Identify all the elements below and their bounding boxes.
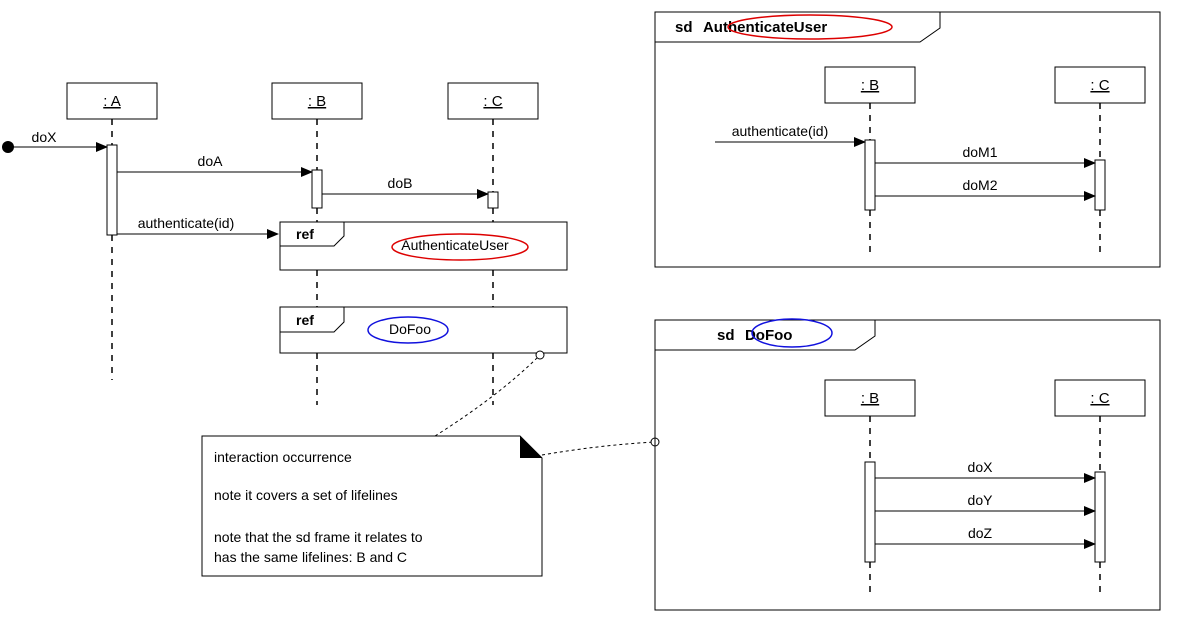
sd-dofoo-lifeline-c-label: : C	[1090, 390, 1109, 407]
sd-auth-lifeline-b-label: : B	[861, 77, 879, 94]
found-message-origin-icon	[2, 141, 14, 153]
lifeline-c-label: : C	[483, 93, 502, 110]
message-dob-label: doB	[388, 175, 413, 191]
note: interaction occurrence note it covers a …	[202, 436, 542, 576]
sd-prefix: sd	[675, 19, 693, 36]
lifeline-b-label: : B	[308, 93, 326, 110]
sd-prefix: sd	[717, 327, 735, 344]
ref-label: ref	[296, 312, 314, 328]
ref-dofoo-fragment: ref DoFoo	[280, 307, 567, 353]
message-doa-label: doA	[198, 153, 224, 169]
ref-label: ref	[296, 226, 314, 242]
note-line3b: has the same lifelines: B and C	[214, 549, 407, 565]
note-link-2	[542, 442, 655, 455]
uml-diagram: : A : B : C doX doA doB authenticate(id)	[0, 0, 1184, 627]
sd-dofoo-lifeline-b-label: : B	[861, 390, 879, 407]
sd-auth-lifeline-c-label: : C	[1090, 77, 1109, 94]
note-line1: interaction occurrence	[214, 449, 352, 465]
sd-auth-message-dom1-label: doM1	[962, 144, 997, 160]
ref-dofoo-name: DoFoo	[389, 321, 431, 337]
sd-dofoo-message-doy-label: doY	[968, 492, 994, 508]
sd-auth-message-dom2-label: doM2	[962, 177, 997, 193]
ref-auth-name: AuthenticateUser	[401, 237, 509, 253]
svg-text:sd DoFoo: sd DoFoo	[717, 327, 792, 344]
ref-authenticate-user-fragment: ref AuthenticateUser	[280, 222, 567, 270]
sd-authenticateuser-frame: sd AuthenticateUser : B : C authenticate…	[655, 12, 1160, 267]
lifeline-a-label: : A	[103, 93, 121, 110]
anchor-icon	[536, 351, 544, 359]
lifeline-a: : A	[67, 83, 157, 380]
main-sequence: : A : B : C doX doA doB authenticate(id)	[2, 83, 659, 576]
message-dox-label: doX	[32, 129, 58, 145]
sd-dofoo-frame: sd DoFoo : B : C doX doY doZ	[655, 319, 1160, 610]
sd-auth-message-authenticate-label: authenticate(id)	[732, 123, 829, 139]
note-link-1	[435, 355, 540, 436]
note-line3a: note that the sd frame it relates to	[214, 529, 423, 545]
note-line2: note it covers a set of lifelines	[214, 487, 398, 503]
sd-dofoo-message-doz-label: doZ	[968, 525, 993, 541]
note-corner-icon	[520, 436, 542, 458]
message-authenticate-label: authenticate(id)	[138, 215, 235, 231]
sd-dofoo-message-dox-label: doX	[968, 459, 994, 475]
sd-title-name: AuthenticateUser	[703, 19, 827, 36]
